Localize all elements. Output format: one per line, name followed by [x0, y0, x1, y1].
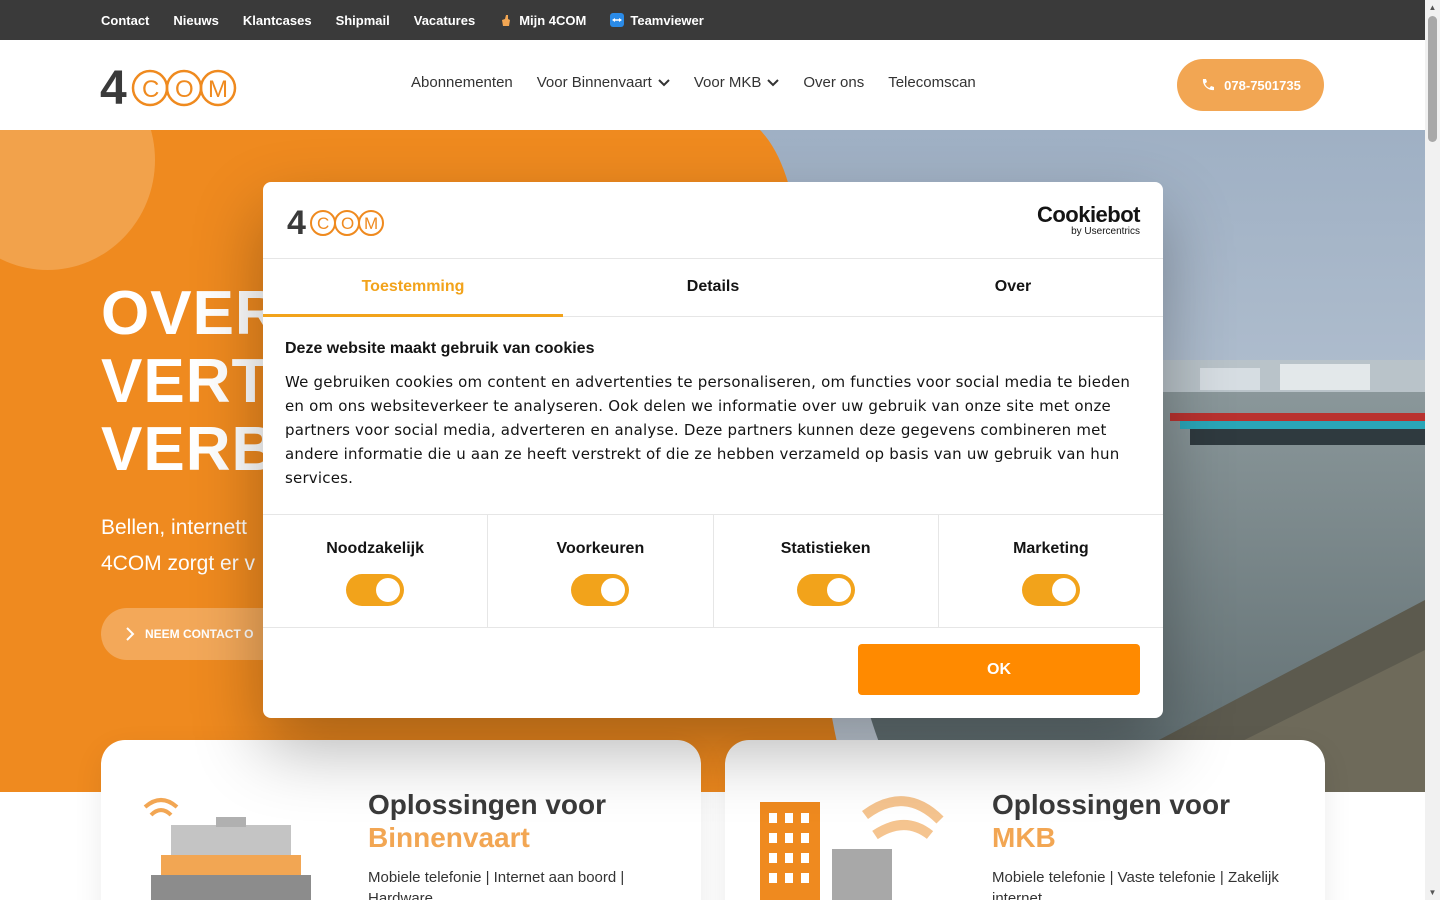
cookiebot-logo[interactable]: Cookiebot by Usercentrics: [1036, 202, 1141, 238]
toggle-statistieken: Statistieken: [714, 515, 939, 627]
svg-text:M: M: [208, 76, 228, 103]
cookie-consent-dialog: 4 C O M Cookiebot by Usercentrics Toeste…: [263, 182, 1163, 718]
marketing-switch[interactable]: [1021, 574, 1080, 606]
svg-text:4: 4: [100, 62, 127, 108]
scroll-up-arrow[interactable]: ▲: [1428, 3, 1437, 12]
card-binnenvaart[interactable]: Oplossingen voor Binnenvaart Mobiele tel…: [101, 740, 701, 900]
nav-binnenvaart-label: Voor Binnenvaart: [536, 74, 652, 91]
teamviewer-label: Teamviewer: [630, 12, 704, 28]
ok-button[interactable]: OK: [858, 644, 1140, 695]
topbar-link-vacatures[interactable]: Vacatures: [414, 13, 475, 28]
phone-number: 078-7501735: [1224, 77, 1301, 93]
dialog-text: We gebruiken cookies om content en adver…: [285, 373, 1131, 487]
hero-sub-line: 4COM zorgt er v: [101, 552, 256, 575]
nav-telecomscan-label: Telecomscan: [888, 74, 976, 91]
dialog-heading: Deze website maakt gebruik van cookies: [285, 340, 595, 357]
voorkeuren-switch[interactable]: [571, 574, 630, 606]
chevron-down-icon: [658, 78, 670, 86]
topbar-link-teamviewer[interactable]: Teamviewer: [610, 12, 704, 28]
nav-over-ons-label: Over ons: [803, 74, 865, 91]
toggle-label: Statistieken: [780, 540, 871, 557]
4com-logo: 4 C O M: [287, 204, 384, 237]
nav-abonnementen-label: Abonnementen: [411, 74, 513, 91]
nav-voor-binnenvaart[interactable]: Voor Binnenvaart: [537, 74, 670, 91]
svg-text:4: 4: [287, 204, 306, 237]
consent-toggles: Noodzakelijk Voorkeuren Statistieken Mar…: [263, 514, 1163, 628]
card-description: Mobiele telefonie | Vaste telefonie | Za…: [992, 869, 1279, 900]
tab-details[interactable]: Details: [563, 259, 863, 316]
toggle-label: Noodzakelijk: [326, 540, 425, 557]
statistieken-switch[interactable]: [796, 574, 855, 606]
card-description: Mobiele telefonie | Internet aan boord |…: [368, 869, 625, 900]
hero-sub-line: Bellen, internett: [101, 516, 247, 539]
dialog-header: 4 C O M Cookiebot by Usercentrics: [263, 182, 1163, 259]
nav-telecomscan[interactable]: Telecomscan: [888, 74, 976, 91]
svg-text:C: C: [142, 76, 159, 103]
toggle-label: Voorkeuren: [556, 540, 645, 557]
hero-title-line: VERT: [101, 347, 271, 416]
teamviewer-icon: [610, 13, 625, 27]
dialog-body: Deze website maakt gebruik van cookies W…: [285, 340, 1135, 490]
ship-illustration: [143, 798, 311, 900]
svg-text:O: O: [341, 214, 354, 233]
card-title-text: Oplossingen voor: [368, 789, 607, 820]
topbar-link-mijn-4com[interactable]: Mijn 4COM: [499, 13, 586, 28]
hero-title: OVER VERT VERB: [101, 280, 281, 484]
card-title-accent: Binnenvaart: [368, 822, 530, 853]
toggle-label: Marketing: [1013, 540, 1089, 557]
topbar-link-contact[interactable]: Contact: [101, 13, 149, 28]
page-scrollbar[interactable]: ▲ ▼: [1425, 0, 1440, 900]
main-nav: Abonnementen Voor Binnenvaart Voor MKB O…: [411, 74, 976, 91]
office-building-illustration: [760, 796, 944, 900]
4com-logo[interactable]: 4 C O M: [100, 62, 242, 108]
hero-subtitle: Bellen, internett 4COM zorgt er v: [101, 510, 255, 582]
top-utility-bar: Contact Nieuws Klantcases Shipmail Vacat…: [0, 0, 1425, 40]
nav-mkb-label: Voor MKB: [693, 74, 762, 91]
topbar-link-klantcases[interactable]: Klantcases: [243, 13, 312, 28]
card-title: Oplossingen voor MKB: [992, 788, 1230, 854]
hero-title-line: VERB: [101, 415, 278, 484]
hand-icon: [502, 15, 511, 26]
card-title-text: Oplossingen voor: [992, 789, 1231, 820]
chevron-right-icon: [126, 627, 135, 641]
cookiebot-byline: by Usercentrics: [1071, 226, 1140, 237]
topbar-link-shipmail[interactable]: Shipmail: [336, 13, 390, 28]
site-header: 4 C O M Abonnementen Voor Binnenvaart Vo…: [0, 40, 1425, 130]
mijn-4com-label: Mijn 4COM: [519, 12, 587, 28]
svg-text:M: M: [364, 214, 378, 233]
nav-voor-mkb[interactable]: Voor MKB: [694, 74, 780, 91]
cookiebot-brand: Cookiebot: [1036, 202, 1141, 227]
scroll-down-arrow[interactable]: ▼: [1428, 888, 1437, 897]
nav-over-ons[interactable]: Over ons: [803, 74, 864, 91]
dialog-tabs: Toestemming Details Over: [263, 259, 1163, 317]
phone-button[interactable]: 078-7501735: [1177, 59, 1324, 111]
nav-abonnementen[interactable]: Abonnementen: [411, 74, 513, 91]
toggle-noodzakelijk: Noodzakelijk: [263, 515, 489, 627]
noodzakelijk-switch[interactable]: [346, 574, 405, 606]
svg-text:C: C: [317, 214, 329, 233]
hero-title-line: OVER: [101, 279, 281, 348]
card-title-accent: MKB: [992, 822, 1056, 853]
contact-button-label: NEEM CONTACT O: [145, 627, 254, 641]
svg-text:O: O: [175, 76, 194, 103]
decorative-circle: [0, 130, 155, 270]
phone-icon: [1203, 79, 1215, 91]
toggle-marketing: Marketing: [939, 515, 1163, 627]
topbar-link-nieuws[interactable]: Nieuws: [173, 13, 219, 28]
card-title: Oplossingen voor Binnenvaart: [368, 788, 606, 854]
card-mkb[interactable]: Oplossingen voor MKB Mobiele telefonie |…: [725, 740, 1325, 900]
chevron-down-icon: [767, 78, 780, 86]
scroll-thumb[interactable]: [1428, 16, 1437, 142]
toggle-voorkeuren: Voorkeuren: [488, 515, 714, 627]
tab-toestemming[interactable]: Toestemming: [263, 259, 563, 317]
tab-over[interactable]: Over: [863, 259, 1163, 316]
